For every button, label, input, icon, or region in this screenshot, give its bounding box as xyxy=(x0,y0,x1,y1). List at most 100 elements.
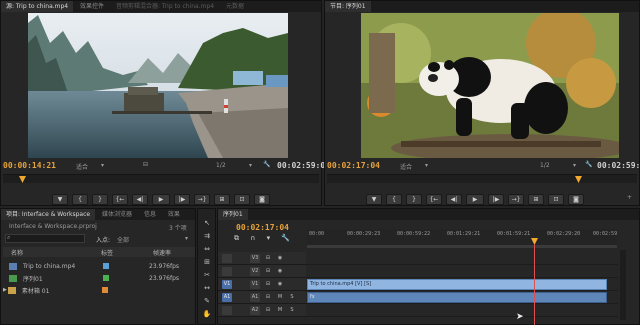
source-patch-a1[interactable]: A1 xyxy=(222,293,232,302)
tab-program[interactable]: 节目: 序列01 xyxy=(325,1,371,12)
tab-media-browser[interactable]: 媒体浏览器 xyxy=(97,209,137,220)
ripple-edit-tool-icon[interactable]: ⇔ xyxy=(200,243,214,255)
timeline-ruler[interactable]: 00:00 00:00:29:23 00:00:59:22 00:01:29:2… xyxy=(307,229,617,245)
tab-audio-clip-mixer[interactable]: 音频剪辑混合器: Trip to china.mp4 xyxy=(111,1,219,12)
track-lane-a1[interactable]: fx xyxy=(306,291,618,304)
audio-clip[interactable]: fx xyxy=(307,292,607,303)
program-mark-in-button[interactable]: ▼ xyxy=(366,193,382,205)
track-select-tool-icon[interactable]: ⇉ xyxy=(200,230,214,242)
project-search-input[interactable] xyxy=(5,234,85,243)
tab-metadata[interactable]: 元数据 xyxy=(221,1,249,12)
source-fit-select[interactable]: 适合 xyxy=(76,162,88,171)
in-point-select[interactable]: 全部 xyxy=(117,235,129,244)
program-video-frame[interactable] xyxy=(361,13,619,158)
timeline-vertical-scrollbar[interactable] xyxy=(620,250,626,320)
export-frame-camera-icon[interactable]: ◙ xyxy=(254,193,270,205)
solo-button[interactable]: S xyxy=(287,306,297,315)
column-frame-rate[interactable]: 帧速率 xyxy=(153,248,171,257)
track-id[interactable]: V1 xyxy=(250,280,260,289)
track-target-toggle[interactable] xyxy=(222,254,232,263)
step-back-button[interactable]: ◀| xyxy=(132,193,148,205)
go-to-out-button[interactable]: →} xyxy=(194,193,210,205)
lift-button[interactable]: ⊞ xyxy=(528,193,544,205)
program-go-to-out-button[interactable]: →} xyxy=(508,193,524,205)
tab-project[interactable]: 项目: Interface & Workspace xyxy=(1,209,96,220)
track-id[interactable]: A2 xyxy=(250,306,260,315)
source-playhead[interactable] xyxy=(19,176,26,183)
track-lane-v3[interactable] xyxy=(306,252,618,265)
program-step-forward-button[interactable]: |▶ xyxy=(488,193,504,205)
program-ratio-select[interactable]: 1/2 xyxy=(540,162,550,169)
source-video-frame[interactable] xyxy=(28,13,288,158)
track-lane-v1[interactable]: Trip to china.mp4 [V] [S] xyxy=(306,278,618,291)
program-step-back-button[interactable]: ◀| xyxy=(446,193,462,205)
list-item[interactable]: Trip to china.mp4 23.976fps xyxy=(3,260,193,272)
program-export-frame-camera-icon[interactable]: ◙ xyxy=(568,193,584,205)
nest-sequence-icon[interactable]: ⧉ xyxy=(234,234,239,242)
program-mark-out-brace-button[interactable]: } xyxy=(406,193,422,205)
sync-lock-icon[interactable]: ⊟ xyxy=(263,293,273,302)
track-target-toggle[interactable] xyxy=(222,306,232,315)
step-forward-button[interactable]: |▶ xyxy=(174,193,190,205)
source-fit-dropdown-icon[interactable]: ▾ xyxy=(101,162,104,169)
timeline-timecode[interactable]: 00:02:17:04 xyxy=(236,223,289,232)
sync-lock-icon[interactable]: ⊟ xyxy=(263,254,273,263)
overwrite-button[interactable]: ⊡ xyxy=(234,193,250,205)
track-lane-v2[interactable] xyxy=(306,265,618,278)
source-time-ruler[interactable] xyxy=(3,174,319,183)
source-ratio-dropdown-icon[interactable]: ▾ xyxy=(249,162,252,169)
program-settings-wrench-icon[interactable]: 🔧 xyxy=(585,161,592,168)
eye-icon[interactable]: ◉ xyxy=(275,280,285,289)
source-export-frame-icon[interactable]: ⊟ xyxy=(143,161,148,168)
track-id[interactable]: V3 xyxy=(250,254,260,263)
track-id[interactable]: A1 xyxy=(250,293,260,302)
insert-button[interactable]: ⊞ xyxy=(214,193,230,205)
go-to-in-button[interactable]: {← xyxy=(112,193,128,205)
program-playhead[interactable] xyxy=(575,176,582,183)
timeline-settings-wrench-icon[interactable]: 🔧 xyxy=(281,234,290,242)
program-go-to-in-button[interactable]: {← xyxy=(426,193,442,205)
track-id[interactable]: V2 xyxy=(250,267,260,276)
mute-button[interactable]: M xyxy=(275,293,285,302)
solo-button[interactable]: S xyxy=(287,293,297,302)
column-name[interactable]: 名称 xyxy=(11,248,23,257)
slip-tool-icon[interactable]: ↔ xyxy=(200,282,214,294)
rolling-edit-tool-icon[interactable]: ⊞ xyxy=(200,256,214,268)
source-settings-wrench-icon[interactable]: 🔧 xyxy=(263,161,270,168)
mark-out-brace-button[interactable]: } xyxy=(92,193,108,205)
eye-icon[interactable]: ◉ xyxy=(275,267,285,276)
program-play-button[interactable]: ▶ xyxy=(466,193,484,205)
track-lane-a2[interactable] xyxy=(306,304,618,317)
source-timecode[interactable]: 00:00:14:21 xyxy=(3,161,56,170)
program-fit-select[interactable]: 适合 xyxy=(400,162,412,171)
mark-in-brace-button[interactable]: { xyxy=(72,193,88,205)
eye-icon[interactable]: ◉ xyxy=(275,254,285,263)
timeline-playhead-line[interactable] xyxy=(534,244,535,325)
sync-lock-icon[interactable]: ⊟ xyxy=(263,306,273,315)
tab-source[interactable]: 源: Trip to china.mp4 xyxy=(1,1,74,12)
work-area-bar[interactable] xyxy=(307,245,617,248)
program-ratio-dropdown-icon[interactable]: ▾ xyxy=(573,162,576,169)
add-marker-icon[interactable]: ▾ xyxy=(267,234,271,242)
snap-icon[interactable]: ∩ xyxy=(250,234,255,242)
program-mark-in-brace-button[interactable]: { xyxy=(386,193,402,205)
in-point-dropdown-icon[interactable]: ▾ xyxy=(185,235,188,242)
tab-sequence[interactable]: 序列01 xyxy=(218,209,248,220)
label-swatch[interactable] xyxy=(101,287,108,293)
sync-lock-icon[interactable]: ⊟ xyxy=(263,267,273,276)
source-ratio-select[interactable]: 1/2 xyxy=(216,162,226,169)
mute-button[interactable]: M xyxy=(275,306,285,315)
hand-tool-icon[interactable]: ✋ xyxy=(200,308,214,320)
tab-effects[interactable]: 效果 xyxy=(163,209,185,220)
video-clip[interactable]: Trip to china.mp4 [V] [S] xyxy=(307,279,607,290)
track-target-toggle[interactable] xyxy=(222,267,232,276)
program-fit-dropdown-icon[interactable]: ▾ xyxy=(425,162,428,169)
sync-lock-icon[interactable]: ⊟ xyxy=(263,280,273,289)
mark-in-button[interactable]: ▼ xyxy=(52,193,68,205)
tab-effect-controls[interactable]: 效果控件 xyxy=(75,1,109,12)
source-patch-v1[interactable]: V1 xyxy=(222,280,232,289)
label-swatch[interactable] xyxy=(103,263,109,269)
program-time-ruler[interactable] xyxy=(327,174,637,183)
program-timecode[interactable]: 00:02:17:04 xyxy=(327,161,380,170)
program-add-button-icon[interactable]: + xyxy=(627,194,632,201)
